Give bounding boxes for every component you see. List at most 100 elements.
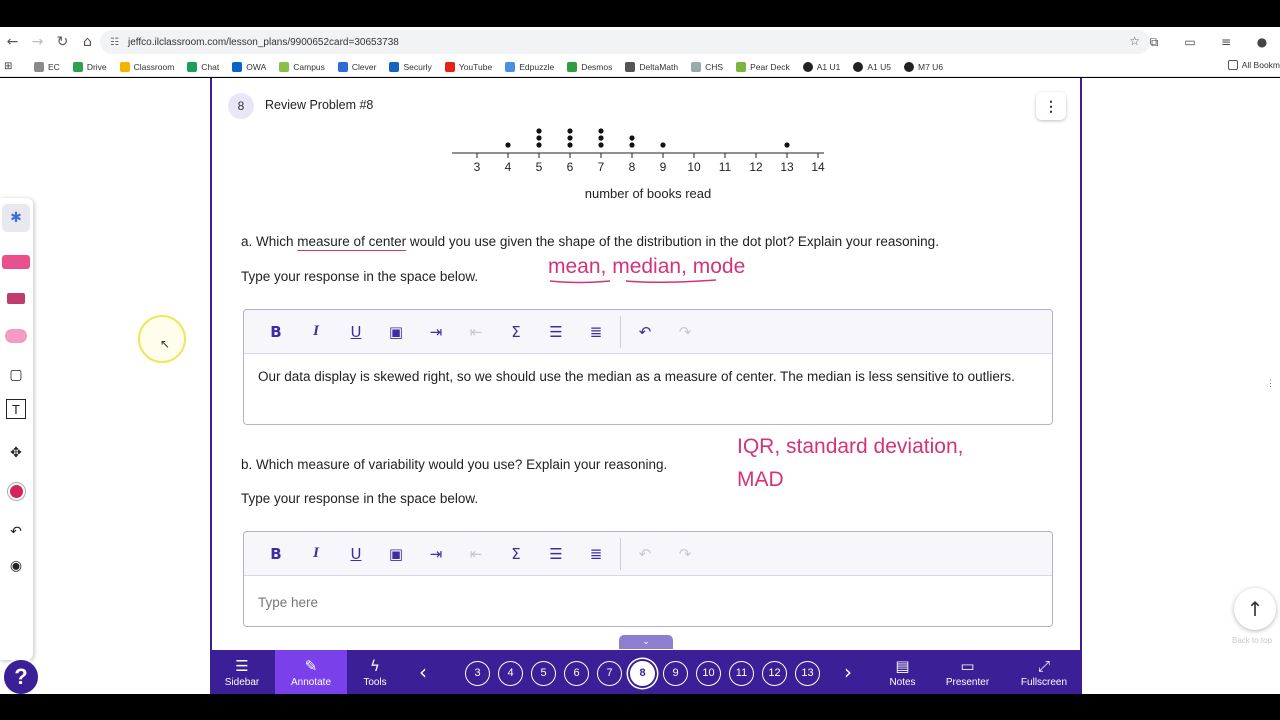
eraser-tool-icon[interactable] (2, 322, 30, 350)
previous-page-arrow[interactable]: ‹ (419, 660, 427, 684)
side-panel-icons[interactable]: ⋮ (1266, 378, 1275, 389)
data-dot (784, 142, 790, 148)
bookmark-ec[interactable]: EC (34, 61, 60, 72)
bookmark-pear-deck[interactable]: Pear Deck (736, 61, 790, 72)
tick-label: 11 (719, 160, 732, 174)
response-text-a[interactable]: Our data display is skewed right, so we … (244, 354, 1052, 399)
data-dot (536, 128, 542, 134)
home-icon[interactable]: ⌂ (75, 30, 100, 55)
visibility-eye-icon[interactable]: ◉ (2, 552, 30, 580)
tick-label: 13 (780, 160, 794, 174)
response-input-b[interactable]: Type here (244, 576, 1052, 625)
bookmark-drive[interactable]: Drive (72, 61, 107, 72)
bold-icon[interactable]: B (256, 323, 296, 341)
color-picker-icon[interactable] (2, 477, 30, 505)
help-button[interactable]: ? (2, 658, 40, 694)
classroom-icon (119, 61, 130, 72)
underline-icon[interactable]: U (336, 545, 376, 563)
bookmark-edpuzzle[interactable]: Edpuzzle (505, 61, 554, 72)
all-bookmarks[interactable]: All Bookm (1227, 60, 1280, 70)
italic-icon[interactable]: I (296, 323, 336, 340)
undo-icon[interactable]: ↶ (625, 323, 665, 341)
tools-button[interactable]: ϟ Tools (347, 650, 403, 694)
marker-tool-icon[interactable] (2, 284, 30, 312)
bookmark-desmos[interactable]: Desmos (567, 61, 612, 72)
collapse-tab[interactable]: ⌄ (619, 635, 673, 649)
notes-button[interactable]: ▤ Notes (880, 650, 925, 694)
text-tool-icon[interactable]: T (6, 399, 26, 419)
shape-tool-icon[interactable]: ▢ (2, 361, 30, 389)
page-button-9[interactable]: 9 (663, 660, 688, 686)
fullscreen-button[interactable]: ⤢ Fullscreen (1016, 650, 1072, 694)
menu-list-icon[interactable]: ≡ (1208, 35, 1244, 49)
bold-icon[interactable]: B (256, 545, 296, 563)
page-button-3[interactable]: 3 (465, 660, 490, 686)
monitor-icon: ▭ (960, 656, 975, 675)
page-button-11[interactable]: 11 (729, 660, 754, 686)
page-button-13[interactable]: 13 (795, 660, 820, 686)
italic-icon[interactable]: I (296, 545, 336, 562)
bookmark-youtube[interactable]: YouTube (444, 61, 492, 72)
bookmark-securly[interactable]: Securly (389, 61, 432, 72)
ec-icon (34, 61, 44, 72)
page-button-10[interactable]: 10 (696, 660, 721, 686)
numbered-list-icon[interactable]: ≣ (576, 545, 616, 563)
profile-icon[interactable]: ● (1244, 35, 1280, 49)
equation-icon[interactable]: Σ (496, 323, 536, 341)
bookmark-classroom[interactable]: Classroom (119, 61, 174, 72)
bookmark-campus[interactable]: Campus (279, 61, 325, 72)
screenshot-icon[interactable]: ▭ (1172, 35, 1208, 49)
annotate-button[interactable]: ✎ Annotate (275, 650, 347, 694)
select-pointer-icon[interactable]: ✱ (2, 204, 30, 232)
outdent-icon[interactable]: ⇤ (456, 545, 496, 563)
pen-tool-icon[interactable] (2, 248, 30, 276)
move-tool-icon[interactable]: ✥ (2, 439, 30, 467)
indent-icon[interactable]: ⇥ (416, 323, 456, 341)
page-button-4[interactable]: 4 (498, 660, 523, 686)
next-page-arrow[interactable]: › (844, 660, 852, 684)
forward-icon[interactable]: → (25, 30, 50, 55)
more-options-button[interactable]: ⋮ (1036, 92, 1066, 120)
bullet-list-icon[interactable]: ☰ (536, 545, 576, 563)
question-a: a. Which measure of center would you use… (241, 234, 939, 249)
extensions-icon[interactable]: ⧉ (1136, 35, 1172, 50)
undo-icon[interactable]: ↶ (625, 545, 665, 563)
redo-icon[interactable]: ↷ (665, 545, 705, 563)
bookmark-deltamath[interactable]: DeltaMath (625, 61, 678, 72)
back-icon[interactable]: ← (0, 30, 25, 55)
site-info-icon[interactable]: ☷ (110, 37, 122, 48)
image-icon[interactable]: ▣ (376, 323, 416, 341)
bullet-list-icon[interactable]: ☰ (536, 323, 576, 341)
undo-annotation-icon[interactable]: ↶ (2, 518, 30, 546)
presenter-button[interactable]: ▭ Presenter (940, 650, 995, 694)
bookmark-chat[interactable]: Chat (187, 61, 219, 72)
browser-toolbar: ← → ↻ ⌂ ☷ jeffco.ilclassroom.com/lesson_… (0, 27, 1280, 57)
bookmark-a1-u5[interactable]: A1 U5 (853, 61, 891, 72)
back-to-top-button[interactable]: ↑ (1234, 588, 1276, 630)
numbered-list-icon[interactable]: ≣ (576, 323, 616, 341)
reload-icon[interactable]: ↻ (50, 30, 75, 55)
page-button-6[interactable]: 6 (564, 660, 589, 686)
redo-icon[interactable]: ↷ (665, 323, 705, 341)
bookmark-m7-u6[interactable]: M7 U6 (904, 61, 943, 72)
outdent-icon[interactable]: ⇤ (456, 323, 496, 341)
underline-icon[interactable]: U (336, 323, 376, 341)
indent-icon[interactable]: ⇥ (416, 545, 456, 563)
sidebar-button[interactable]: ☰ Sidebar (210, 650, 274, 694)
bookmark-clever[interactable]: Clever (337, 61, 376, 72)
bookmark-owa[interactable]: OWA (232, 61, 266, 72)
data-dot (536, 142, 542, 148)
chat-icon (187, 61, 198, 72)
page-button-7[interactable]: 7 (597, 660, 622, 686)
page-button-8[interactable]: 8 (630, 660, 655, 686)
image-icon[interactable]: ▣ (376, 545, 416, 563)
tick-label: 5 (536, 160, 543, 174)
equation-icon[interactable]: Σ (496, 545, 536, 563)
address-bar[interactable]: ☷ jeffco.ilclassroom.com/lesson_plans/99… (100, 30, 1150, 54)
bookmark-chs[interactable]: CHS (691, 61, 723, 72)
apps-grid-icon[interactable]: ⊞ (4, 61, 24, 72)
url-text: jeffco.ilclassroom.com/lesson_plans/9900… (128, 36, 399, 48)
page-button-5[interactable]: 5 (531, 660, 556, 686)
page-button-12[interactable]: 12 (762, 660, 787, 686)
bookmark-a1-u1[interactable]: A1 U1 (802, 61, 840, 72)
